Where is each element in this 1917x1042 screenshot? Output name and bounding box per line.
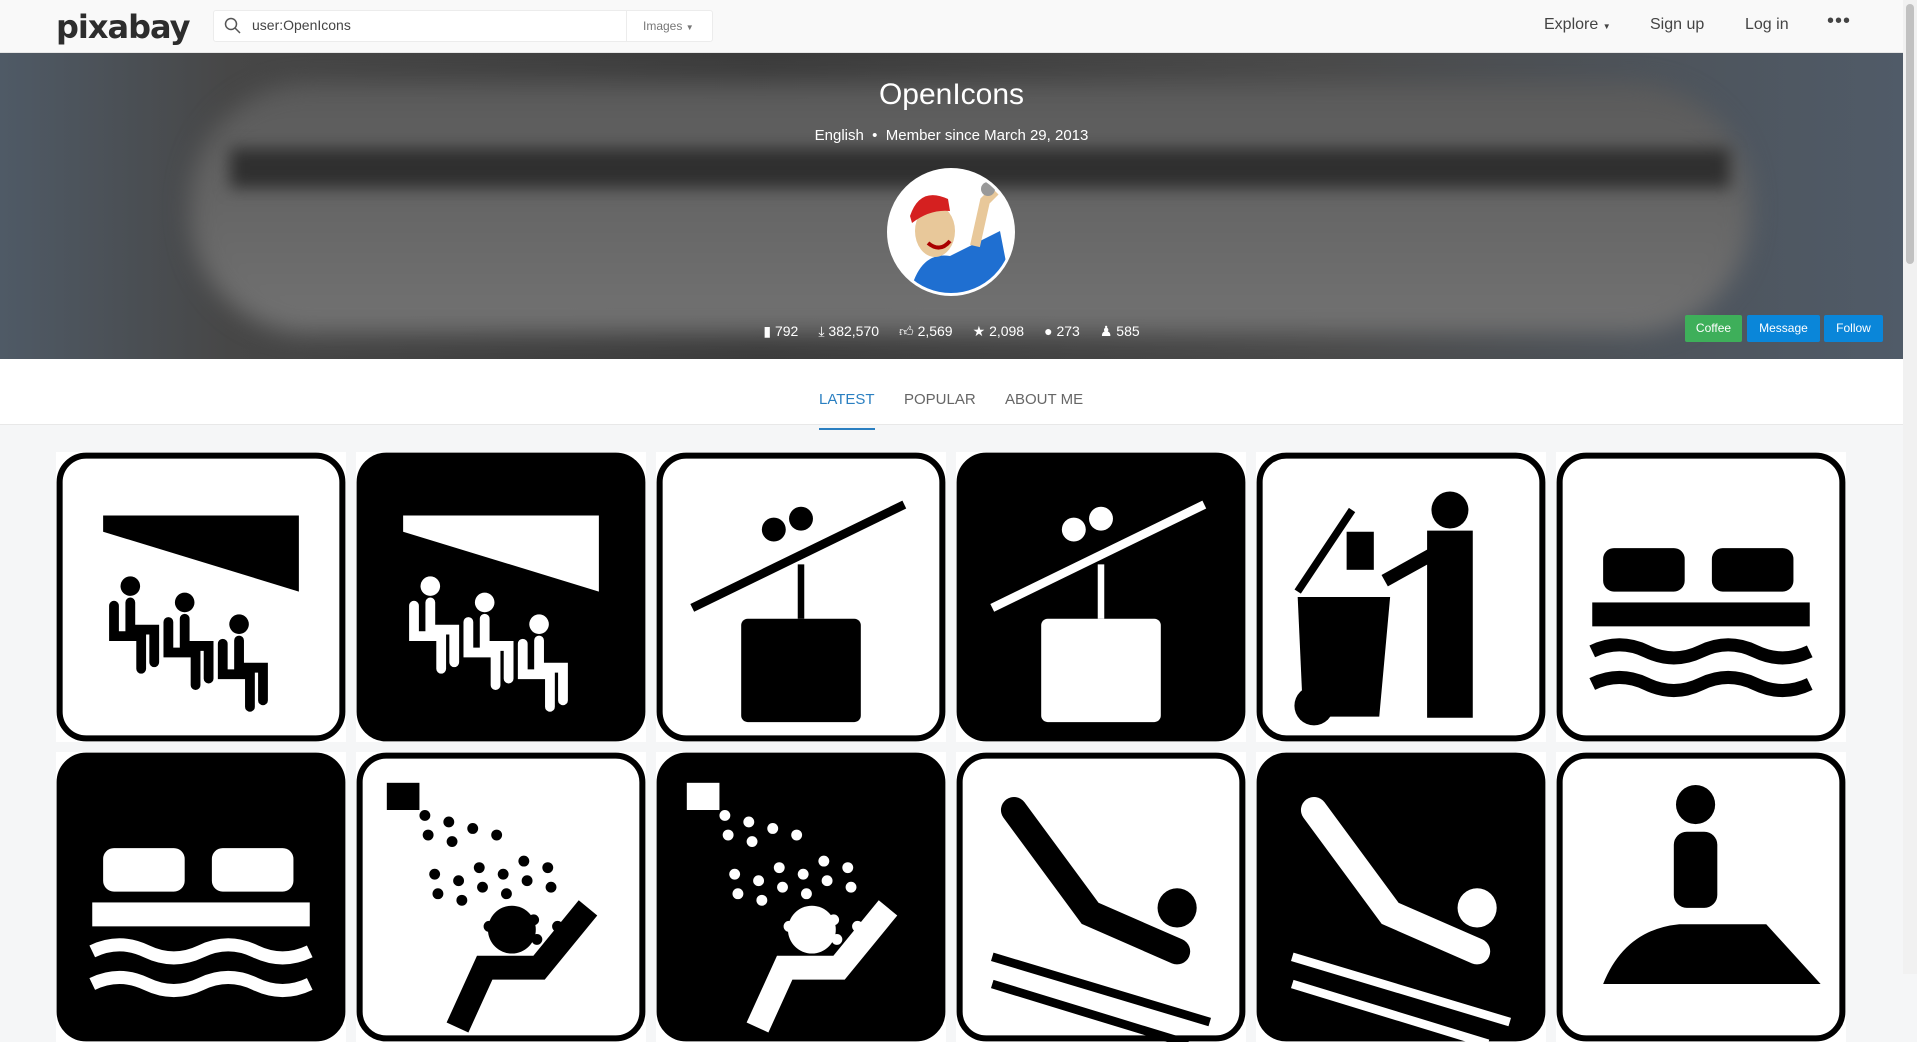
image-tile[interactable]	[1256, 752, 1546, 1042]
chevron-down-icon: ▼	[685, 23, 694, 32]
image-tile[interactable]	[656, 752, 946, 1042]
pixabay-logo[interactable]: pixabay	[56, 8, 190, 46]
search-type-label: Images	[643, 19, 683, 33]
tab-about-me[interactable]: ABOUT ME	[1005, 391, 1083, 428]
scrollbar[interactable]	[1903, 0, 1917, 974]
avatar[interactable]	[887, 168, 1015, 296]
explore-label: Explore	[1544, 16, 1599, 33]
search-input[interactable]	[252, 17, 612, 33]
comment-icon: ●	[1044, 323, 1053, 339]
search-type-dropdown[interactable]: Images ▼	[626, 11, 712, 41]
stat-value: 2,569	[917, 323, 953, 339]
image-tile[interactable]	[56, 452, 346, 742]
stat-value: 273	[1056, 323, 1080, 339]
water-slide-icon	[1256, 752, 1546, 1042]
image-tile[interactable]	[356, 452, 646, 742]
stat-item: ▮ 792	[763, 323, 798, 340]
image-tile[interactable]	[356, 752, 646, 1042]
stat-value: 2,098	[989, 323, 1025, 339]
image-tile[interactable]	[956, 452, 1246, 742]
aerial-tramway-icon	[956, 452, 1246, 742]
image-tile[interactable]	[956, 752, 1246, 1042]
water-slide-icon	[956, 752, 1246, 1042]
stat-item: ★ 2,098	[973, 323, 1025, 340]
thumbs-up-icon: 👍︎	[899, 323, 914, 339]
follow-button[interactable]: Follow	[1824, 315, 1883, 342]
image-grid	[56, 452, 1846, 1042]
image-tile[interactable]	[56, 752, 346, 1042]
jet-ski-icon	[1556, 752, 1846, 1042]
top-header: pixabay Images ▼ Explore ▼ Sign up Log i…	[0, 0, 1903, 53]
shower-icon	[356, 752, 646, 1042]
stat-item: ⤓ 382,570	[818, 323, 879, 340]
followers-icon: ♟	[1099, 323, 1113, 339]
shower-icon	[656, 752, 946, 1042]
chevron-down-icon: ▼	[1602, 22, 1611, 31]
theater-seating-icon	[356, 452, 646, 742]
profile-name: OpenIcons	[878, 78, 1025, 111]
trash-dumping-icon	[1256, 452, 1546, 742]
stat-item: 👍︎ 2,569	[899, 323, 953, 340]
signup-link[interactable]: Sign up	[1650, 16, 1704, 34]
profile-language: English	[814, 127, 864, 144]
more-options-icon[interactable]: •••	[1827, 10, 1851, 33]
car-ferry-icon	[1556, 452, 1846, 742]
theater-seating-icon	[56, 452, 346, 742]
image-tile[interactable]	[1556, 752, 1846, 1042]
scrollbar-thumb[interactable]	[1906, 4, 1914, 264]
stat-value: 585	[1116, 323, 1140, 339]
stat-value: 382,570	[828, 323, 880, 339]
login-link[interactable]: Log in	[1745, 16, 1789, 34]
profile-subtitle: English • Member since March 29, 2013	[814, 127, 1089, 144]
star-icon: ★	[972, 323, 986, 339]
profile-stats: ▮ 792 ⤓ 382,570 👍︎ 2,569 ★ 2,098 ● 273 ♟ 585	[0, 323, 1903, 340]
images-icon: ▮	[763, 323, 772, 339]
image-tile[interactable]	[1256, 452, 1546, 742]
download-icon: ⤓	[818, 323, 825, 339]
stat-item: ● 273	[1044, 323, 1080, 339]
tab-popular[interactable]: POPULAR	[904, 391, 976, 428]
profile-tabs: LATEST POPULAR ABOUT ME	[0, 359, 1903, 430]
explore-menu[interactable]: Explore ▼	[1544, 16, 1611, 34]
aerial-tramway-icon	[656, 452, 946, 742]
image-tile[interactable]	[1556, 452, 1846, 742]
tab-latest[interactable]: LATEST	[819, 391, 875, 430]
stat-item: ♟ 585	[1100, 323, 1140, 340]
coffee-button[interactable]: Coffee	[1685, 315, 1742, 342]
stat-value: 792	[774, 323, 799, 339]
member-since: Member since March 29, 2013	[885, 127, 1089, 144]
car-ferry-icon	[56, 752, 346, 1042]
profile-banner: OpenIcons English • Member since March 2…	[0, 53, 1903, 359]
search-icon[interactable]	[224, 17, 242, 35]
image-tile[interactable]	[656, 452, 946, 742]
message-button[interactable]: Message	[1747, 315, 1820, 342]
search-bar: Images ▼	[213, 10, 713, 42]
